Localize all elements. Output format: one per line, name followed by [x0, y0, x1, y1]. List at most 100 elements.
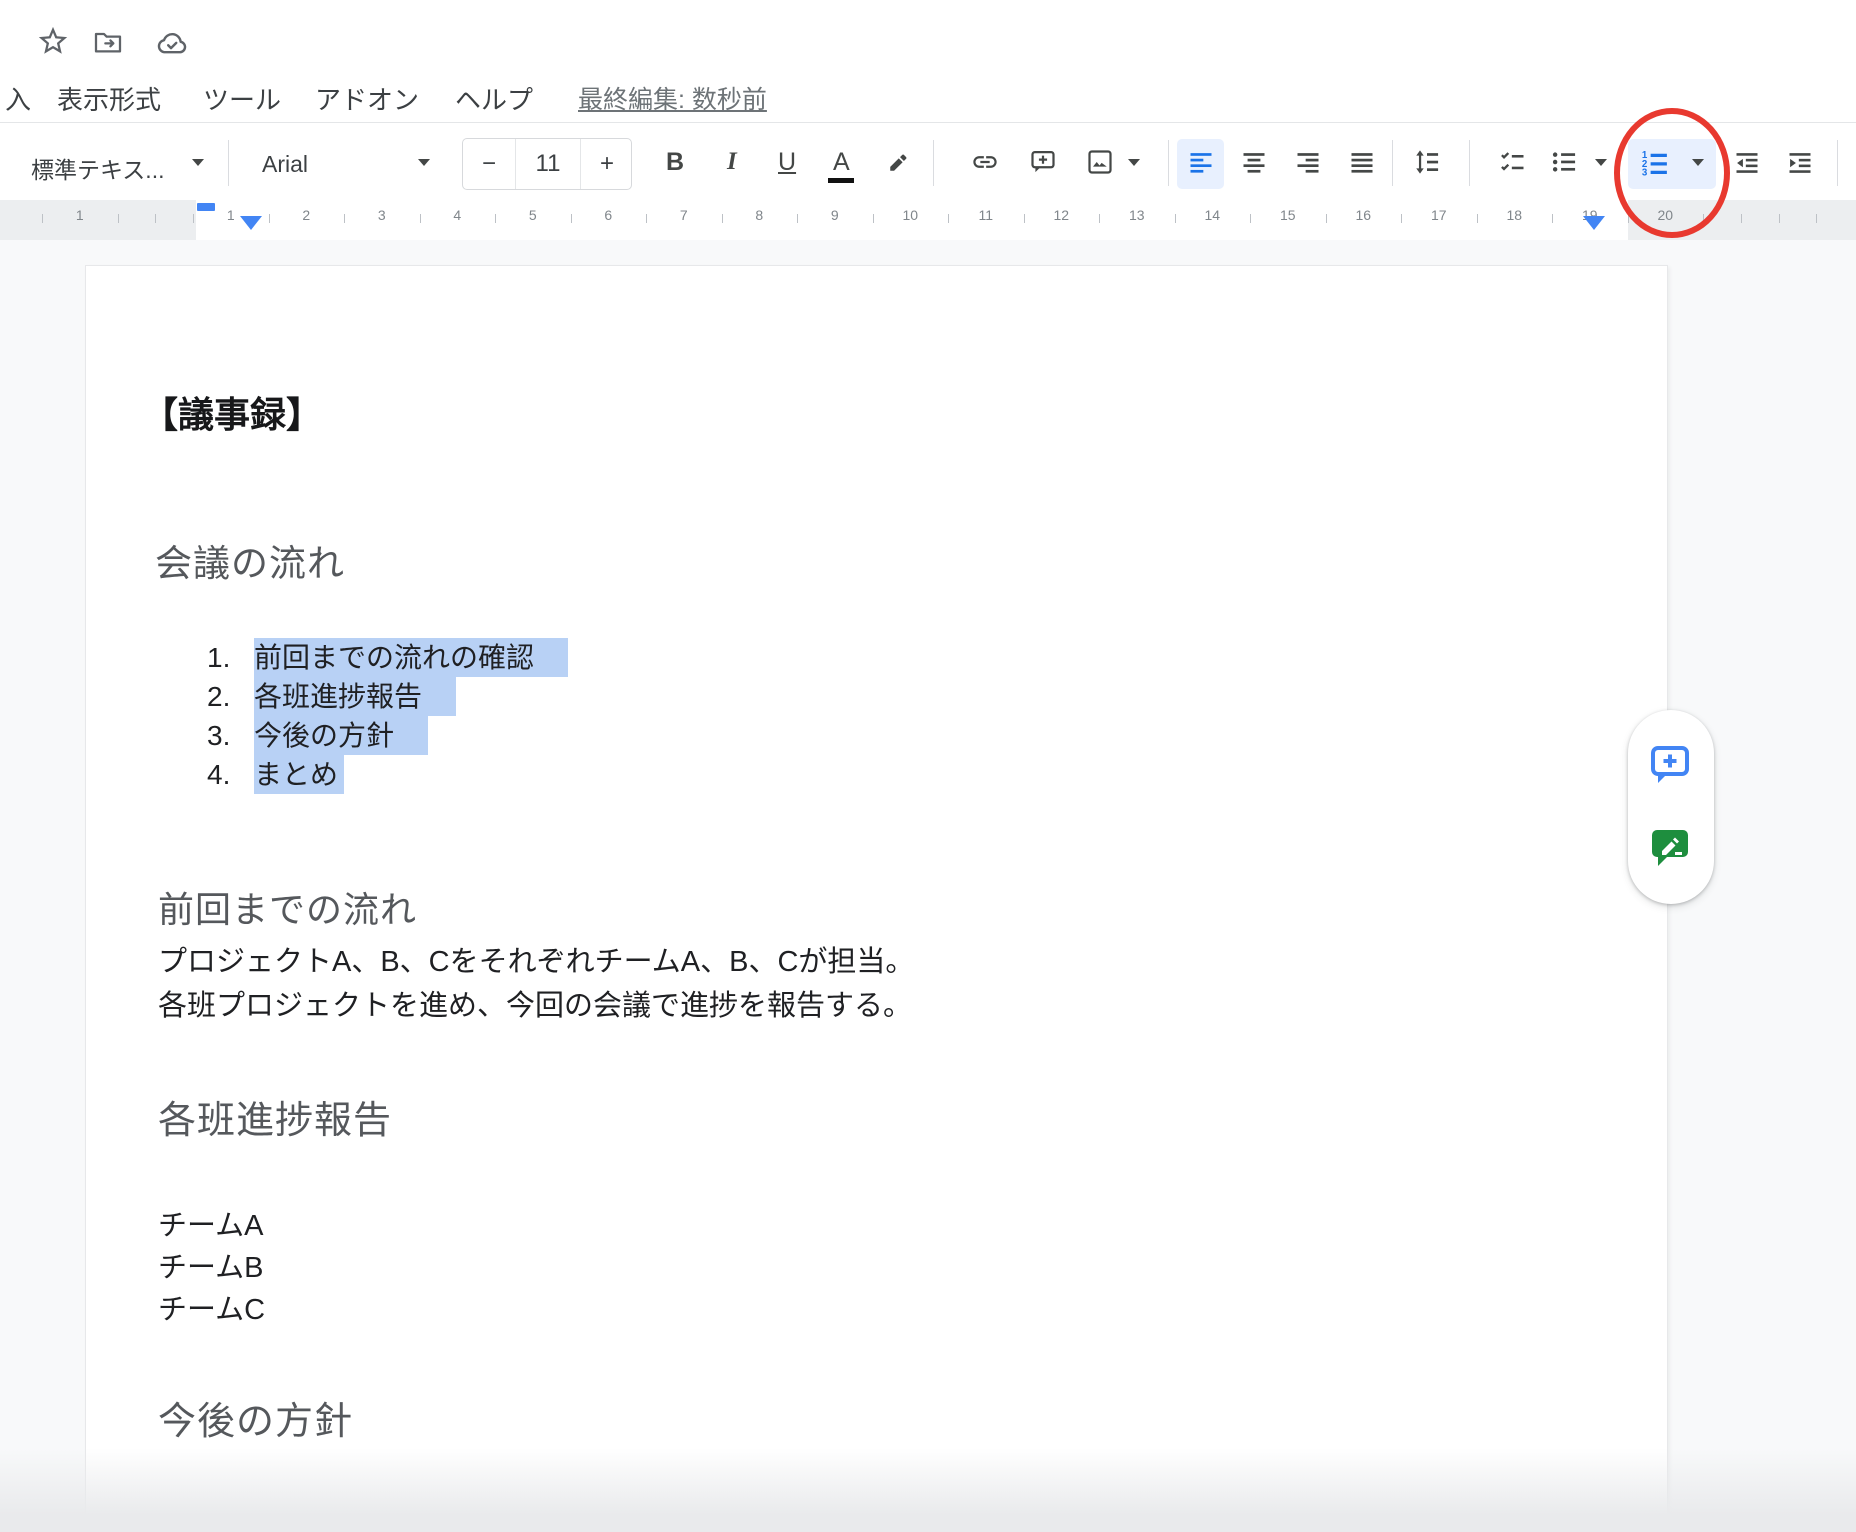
increase-indent-button[interactable] [1786, 148, 1814, 181]
horizontal-ruler[interactable]: 11234567891011121314151617181920 [0, 200, 1856, 240]
font-family-dropdown[interactable]: Arial [262, 151, 308, 178]
menu-item-tools[interactable]: ツール [203, 80, 281, 117]
doc-paragraph[interactable]: 各班プロジェクトを進め、今回の会議で進捗を報告する。 [158, 982, 912, 1024]
ruler-number: 16 [1355, 207, 1371, 223]
doc-heading-agenda[interactable]: 会議の流れ [155, 533, 345, 587]
ruler-tick [193, 214, 194, 223]
italic-button[interactable]: I [727, 148, 737, 176]
menu-divider [0, 122, 1856, 123]
decrease-indent-button[interactable] [1733, 148, 1761, 181]
underline-button[interactable]: U [778, 148, 796, 177]
ruler-tick [42, 214, 43, 223]
agenda-list-item[interactable]: 1. 前回までの流れの確認 [0, 638, 900, 677]
bulleted-list-caret-icon[interactable] [1595, 159, 1607, 166]
list-number: 4. [207, 755, 230, 794]
ruler-number: 8 [755, 207, 763, 223]
numbered-list-caret-icon[interactable] [1692, 159, 1704, 166]
menu-item-addons[interactable]: アドオン [315, 80, 419, 117]
star-icon[interactable] [36, 24, 70, 63]
ruler-number: 13 [1129, 207, 1145, 223]
first-line-indent-marker[interactable] [197, 203, 215, 211]
ruler-number: 9 [831, 207, 839, 223]
doc-paragraph[interactable]: プロジェクトA、B、CをそれぞれチームA、B、Cが担当。 [158, 938, 914, 980]
doc-team-line[interactable]: チームB [158, 1244, 263, 1286]
doc-team-line[interactable]: チームA [158, 1202, 263, 1244]
numbered-list-button[interactable]: 1 2 3 [1640, 148, 1670, 183]
ruler-number: 2 [302, 207, 310, 223]
ruler-tick [1326, 214, 1327, 223]
agenda-list-item[interactable]: 2. 各班進捗報告 [0, 677, 900, 716]
google-docs-window: 入 表示形式 ツール アドオン ヘルプ 最終編集: 数秒前 標準テキス... A… [0, 0, 1856, 1532]
toolbar-separator [1837, 140, 1838, 186]
ruler-tick [1099, 214, 1100, 223]
ruler-tick [118, 214, 119, 223]
align-center-button[interactable] [1240, 148, 1268, 181]
ruler-tick [948, 214, 949, 223]
selected-list-text[interactable]: 各班進捗報告 [254, 677, 456, 716]
agenda-list-item[interactable]: 3. 今後の方針 [0, 716, 900, 755]
paragraph-style-caret-icon[interactable] [192, 159, 204, 166]
selected-list-text[interactable]: 今後の方針 [254, 716, 428, 755]
move-folder-icon[interactable] [92, 26, 124, 63]
agenda-list-item[interactable]: 4. まとめ [0, 755, 900, 794]
ruler-tick [646, 214, 647, 223]
ruler-tick [155, 214, 156, 223]
selected-list-text[interactable]: 前回までの流れの確認 [254, 638, 568, 677]
doc-heading-policy[interactable]: 今後の方針 [158, 1390, 353, 1445]
align-right-button[interactable] [1294, 148, 1322, 181]
bold-button[interactable]: B [666, 148, 684, 177]
checklist-button[interactable] [1499, 148, 1527, 181]
ruler-number: 20 [1657, 207, 1673, 223]
ruler-tick [1628, 214, 1629, 223]
text-color-button[interactable]: A [833, 148, 850, 177]
right-indent-marker[interactable] [1583, 216, 1605, 230]
align-left-button[interactable] [1187, 148, 1215, 181]
last-edit-link[interactable]: 最終編集: 数秒前 [578, 80, 767, 116]
cloud-saved-icon[interactable] [155, 26, 189, 65]
ruler-number: 15 [1280, 207, 1296, 223]
svg-text:3: 3 [1642, 168, 1648, 179]
add-comment-side-button[interactable] [1648, 742, 1694, 793]
font-family-caret-icon[interactable] [418, 159, 430, 166]
insert-image-caret-icon[interactable] [1128, 159, 1140, 166]
ruler-number: 11 [978, 207, 993, 223]
ruler-tick [1779, 214, 1780, 223]
ruler-number: 14 [1204, 207, 1220, 223]
ruler-number: 12 [1053, 207, 1069, 223]
menu-item-help[interactable]: ヘルプ [455, 80, 533, 117]
font-size-group: − 11 + [462, 138, 632, 190]
toolbar-separator [1469, 140, 1470, 186]
ruler-number: 4 [453, 207, 461, 223]
selected-list-text[interactable]: まとめ [254, 755, 344, 794]
line-spacing-button[interactable] [1413, 148, 1441, 181]
increase-font-size-button[interactable]: + [581, 139, 633, 189]
toolbar-separator [1392, 140, 1393, 186]
left-indent-marker[interactable] [240, 216, 262, 230]
decrease-font-size-button[interactable]: − [463, 139, 515, 189]
doc-heading-progress[interactable]: 各班進捗報告 [158, 1089, 392, 1144]
text-color-swatch [828, 178, 854, 183]
paragraph-style-dropdown[interactable]: 標準テキス... [31, 151, 164, 185]
doc-heading-previous[interactable]: 前回までの流れ [158, 881, 417, 933]
menu-item-insert-partial[interactable]: 入 [5, 80, 31, 117]
ruler-tick [873, 214, 874, 223]
highlight-color-button[interactable] [885, 148, 913, 181]
ruler-number: 6 [604, 207, 612, 223]
doc-title[interactable]: 【議事録】 [142, 386, 322, 438]
ruler-tick [495, 214, 496, 223]
doc-team-line[interactable]: チームC [158, 1286, 265, 1328]
font-size-input[interactable]: 11 [515, 139, 581, 189]
align-justify-button[interactable] [1348, 148, 1376, 181]
ruler-tick [1552, 214, 1553, 223]
ruler-number: 5 [529, 207, 537, 223]
ruler-tick [797, 214, 798, 223]
ruler-tick [1703, 214, 1704, 223]
bulleted-list-button[interactable] [1550, 148, 1578, 181]
add-comment-icon[interactable] [1029, 148, 1057, 181]
ruler-tick [1401, 214, 1402, 223]
menu-item-format[interactable]: 表示形式 [57, 80, 161, 117]
insert-image-icon[interactable] [1086, 148, 1114, 181]
insert-link-icon[interactable] [971, 148, 999, 181]
suggest-edits-button[interactable] [1648, 824, 1694, 875]
document-workspace: 【議事録】 会議の流れ 1. 前回までの流れの確認 2. 各班進捗報告 3. 今… [0, 240, 1856, 1532]
